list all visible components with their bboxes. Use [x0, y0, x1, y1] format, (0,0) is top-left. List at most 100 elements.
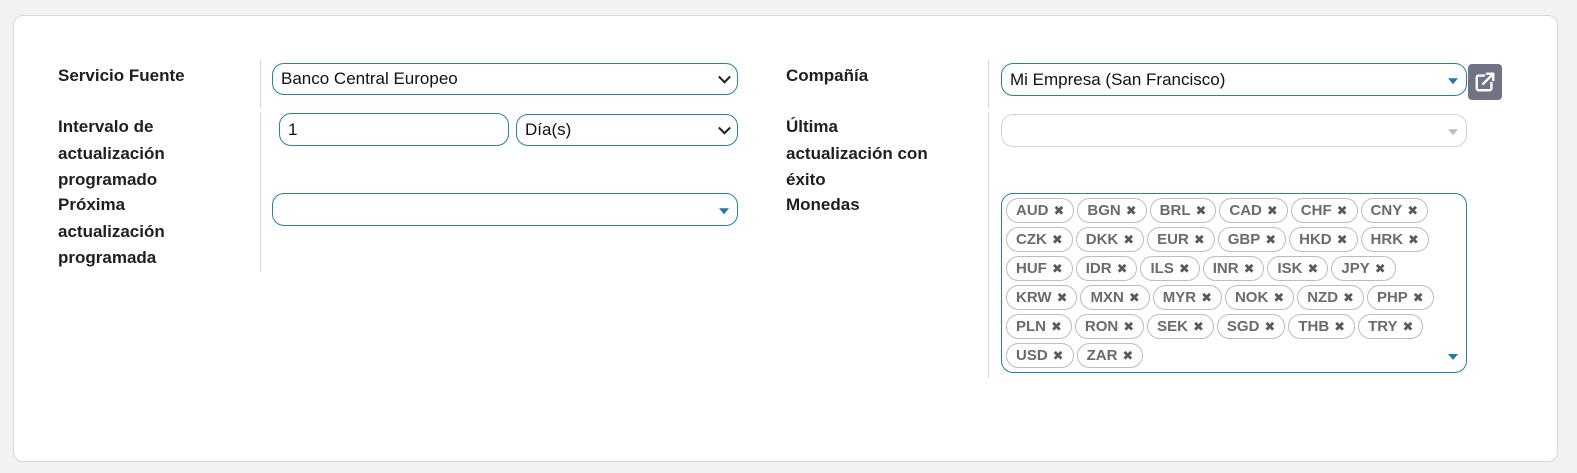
- remove-tag-icon[interactable]: ✖: [1123, 319, 1134, 335]
- next-update-label-line: programada: [58, 248, 157, 267]
- remove-tag-icon[interactable]: ✖: [1129, 290, 1140, 306]
- source-service-select[interactable]: Banco Central Europeo: [272, 63, 738, 95]
- currency-tag-label: MYR: [1162, 289, 1197, 306]
- remove-tag-icon[interactable]: ✖: [1179, 261, 1190, 277]
- currency-tag-label: BGN: [1087, 202, 1121, 219]
- currency-tag: USD ✖: [1006, 343, 1074, 368]
- remove-tag-icon[interactable]: ✖: [1407, 203, 1418, 219]
- currency-tag: RON ✖: [1074, 314, 1145, 339]
- currency-tag: ZAR ✖: [1076, 343, 1144, 368]
- currency-tag-label: PHP: [1376, 289, 1408, 306]
- currency-tag: MXN ✖: [1080, 285, 1150, 310]
- remove-tag-icon[interactable]: ✖: [1126, 203, 1137, 219]
- last-success-label-line: actualización con: [786, 143, 928, 163]
- currency-tag: MYR ✖: [1152, 285, 1222, 310]
- remove-tag-icon[interactable]: ✖: [1375, 261, 1386, 277]
- remove-tag-icon[interactable]: ✖: [1244, 261, 1255, 277]
- next-update-label: Próxima actualización programada: [58, 192, 165, 272]
- currency-tag-label: SGD: [1226, 318, 1260, 335]
- currency-tag: PHP ✖: [1366, 285, 1434, 310]
- currency-tag: HRK ✖: [1360, 227, 1429, 252]
- form-sheet: Servicio Fuente Intervalo de actualizaci…: [13, 15, 1558, 462]
- currency-tag: INR ✖: [1202, 256, 1265, 281]
- currency-tag: NOK ✖: [1224, 285, 1295, 310]
- next-update-label-line: actualización: [58, 221, 165, 241]
- currency-tag: CZK ✖: [1006, 227, 1073, 252]
- last-success-datetime-field[interactable]: [1001, 114, 1467, 147]
- currency-tag-label: HRK: [1370, 231, 1404, 248]
- currency-tag: KRW ✖: [1006, 285, 1078, 310]
- chevron-down-icon: [718, 121, 731, 135]
- remove-tag-icon[interactable]: ✖: [1051, 319, 1062, 335]
- remove-tag-icon[interactable]: ✖: [1265, 232, 1276, 248]
- currency-tag-label: THB: [1298, 318, 1330, 335]
- currency-tag: THB ✖: [1288, 314, 1356, 339]
- currency-tag-label: KRW: [1016, 289, 1052, 306]
- interval-label-line: actualización: [58, 143, 165, 163]
- remove-tag-icon[interactable]: ✖: [1052, 261, 1063, 277]
- remove-tag-icon[interactable]: ✖: [1337, 203, 1348, 219]
- remove-tag-icon[interactable]: ✖: [1052, 232, 1063, 248]
- currency-tag-label: INR: [1212, 260, 1239, 277]
- interval-number-value: 1: [288, 119, 298, 139]
- remove-tag-icon[interactable]: ✖: [1334, 319, 1345, 335]
- currency-tag: ILS ✖: [1140, 256, 1200, 281]
- source-service-label: Servicio Fuente: [58, 66, 185, 85]
- remove-tag-icon[interactable]: ✖: [1343, 290, 1354, 306]
- caret-down-icon: [1448, 354, 1458, 360]
- caret-down-icon: [719, 207, 729, 214]
- currency-tag: HKD ✖: [1289, 227, 1358, 252]
- currency-tag-label: SEK: [1157, 318, 1188, 335]
- interval-unit-value: Día(s): [525, 120, 572, 139]
- remove-tag-icon[interactable]: ✖: [1053, 348, 1064, 364]
- currency-tag-label: GBP: [1227, 231, 1261, 248]
- currency-tag: BGN ✖: [1077, 198, 1147, 223]
- remove-tag-icon[interactable]: ✖: [1193, 319, 1204, 335]
- remove-tag-icon[interactable]: ✖: [1403, 319, 1414, 335]
- currency-tag-label: CHF: [1300, 202, 1332, 219]
- remove-tag-icon[interactable]: ✖: [1195, 203, 1206, 219]
- currency-tag-label: CAD: [1229, 202, 1262, 219]
- company-select[interactable]: Mi Empresa (San Francisco): [1001, 63, 1467, 96]
- currency-tag: BRL ✖: [1149, 198, 1217, 223]
- next-update-datetime-field[interactable]: [272, 193, 738, 226]
- caret-down-icon: [1448, 77, 1458, 84]
- remove-tag-icon[interactable]: ✖: [1054, 203, 1065, 219]
- remove-tag-icon[interactable]: ✖: [1117, 261, 1128, 277]
- remove-tag-icon[interactable]: ✖: [1057, 290, 1068, 306]
- remove-tag-icon[interactable]: ✖: [1408, 232, 1419, 248]
- interval-unit-select[interactable]: Día(s): [516, 114, 738, 146]
- currency-tag: SEK ✖: [1147, 314, 1214, 339]
- remove-tag-icon[interactable]: ✖: [1267, 203, 1278, 219]
- interval-label: Intervalo de actualización programado: [58, 114, 165, 194]
- currency-tag-label: NZD: [1307, 289, 1339, 306]
- interval-label-line: programado: [58, 170, 158, 189]
- open-company-button[interactable]: [1468, 64, 1502, 100]
- remove-tag-icon[interactable]: ✖: [1201, 290, 1212, 306]
- interval-number-input[interactable]: 1: [279, 113, 509, 146]
- currency-tag: PLN ✖: [1006, 314, 1072, 339]
- currency-tag: DKK ✖: [1075, 227, 1145, 252]
- interval-label-line: Intervalo de: [58, 117, 154, 136]
- remove-tag-icon[interactable]: ✖: [1308, 261, 1319, 277]
- currency-tag-label: TRY: [1368, 318, 1398, 335]
- currency-tag-label: BRL: [1159, 202, 1191, 219]
- remove-tag-icon[interactable]: ✖: [1337, 232, 1348, 248]
- company-value: Mi Empresa (San Francisco): [1010, 69, 1226, 89]
- currency-tag-label: CNY: [1370, 202, 1403, 219]
- currency-tag: CAD ✖: [1219, 198, 1288, 223]
- divider: [988, 60, 989, 108]
- currency-tag: IDR ✖: [1075, 256, 1138, 281]
- remove-tag-icon[interactable]: ✖: [1123, 232, 1134, 248]
- external-link-icon: [1475, 72, 1495, 92]
- company-label: Compañía: [786, 66, 869, 85]
- remove-tag-icon[interactable]: ✖: [1122, 348, 1133, 364]
- caret-down-icon: [1448, 128, 1458, 135]
- currencies-multiselect[interactable]: AUD ✖ BGN ✖ BRL ✖ CAD ✖ CHF ✖ CNY ✖ CZK ✖ DKK ✖ EUR ✖ GBP ✖…: [1001, 193, 1467, 373]
- currency-tag: TRY ✖: [1358, 314, 1424, 339]
- remove-tag-icon[interactable]: ✖: [1194, 232, 1205, 248]
- remove-tag-icon[interactable]: ✖: [1273, 290, 1284, 306]
- remove-tag-icon[interactable]: ✖: [1413, 290, 1424, 306]
- divider: [260, 60, 261, 108]
- remove-tag-icon[interactable]: ✖: [1264, 319, 1275, 335]
